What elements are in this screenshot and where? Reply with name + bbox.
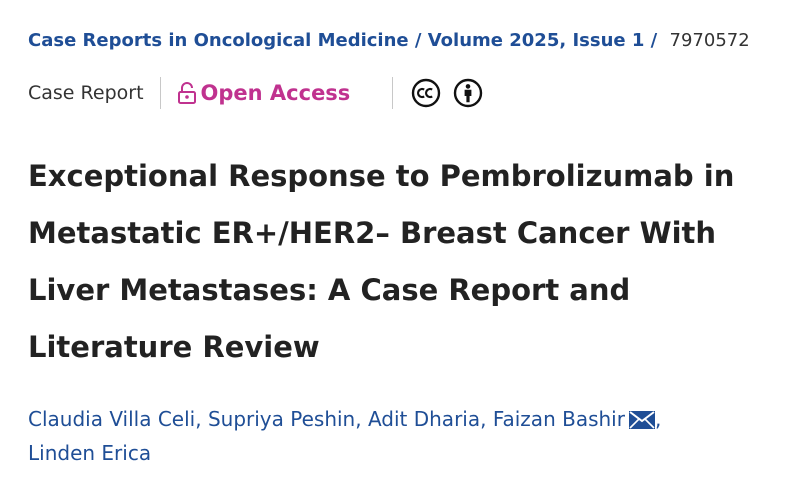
- author-link[interactable]: Adit Dharia: [368, 407, 480, 431]
- author-link[interactable]: Supriya Peshin: [208, 407, 355, 431]
- author-link[interactable]: Faizan Bashir: [493, 407, 625, 431]
- open-access-label: Open Access: [200, 81, 351, 105]
- breadcrumb-separator: /: [408, 30, 428, 51]
- article-type: Case Report: [28, 82, 144, 104]
- author-link[interactable]: Claudia Villa Celi: [28, 407, 195, 431]
- open-access-badge: Open Access: [177, 81, 351, 105]
- divider: [392, 77, 394, 109]
- author-separator: ,: [480, 407, 493, 431]
- article-title: Exceptional Response to Pembrolizumab in…: [28, 159, 735, 364]
- article-id: 7970572: [669, 30, 750, 51]
- author-list: Claudia Villa Celi, Supriya Peshin, Adit…: [28, 402, 788, 470]
- creative-commons-icon[interactable]: [411, 78, 441, 108]
- journal-link[interactable]: Case Reports in Oncological Medicine: [28, 30, 409, 51]
- author-link[interactable]: Linden Erica: [28, 441, 151, 465]
- article-header: Case Reports in Oncological Medicine / V…: [0, 0, 800, 493]
- article-meta: Case Report Open Access: [28, 74, 483, 112]
- breadcrumb: Case Reports in Oncological Medicine / V…: [28, 30, 750, 51]
- envelope-icon[interactable]: [628, 411, 655, 429]
- license-icons[interactable]: [411, 78, 483, 108]
- breadcrumb-separator: /: [644, 30, 664, 51]
- volume-issue-link[interactable]: Volume 2025, Issue 1: [428, 30, 645, 51]
- attribution-icon[interactable]: [453, 78, 483, 108]
- author-separator: ,: [654, 407, 662, 431]
- lock-open-icon: [177, 82, 196, 104]
- divider: [159, 77, 161, 109]
- author-separator: ,: [195, 407, 208, 431]
- author-separator: ,: [355, 407, 368, 431]
